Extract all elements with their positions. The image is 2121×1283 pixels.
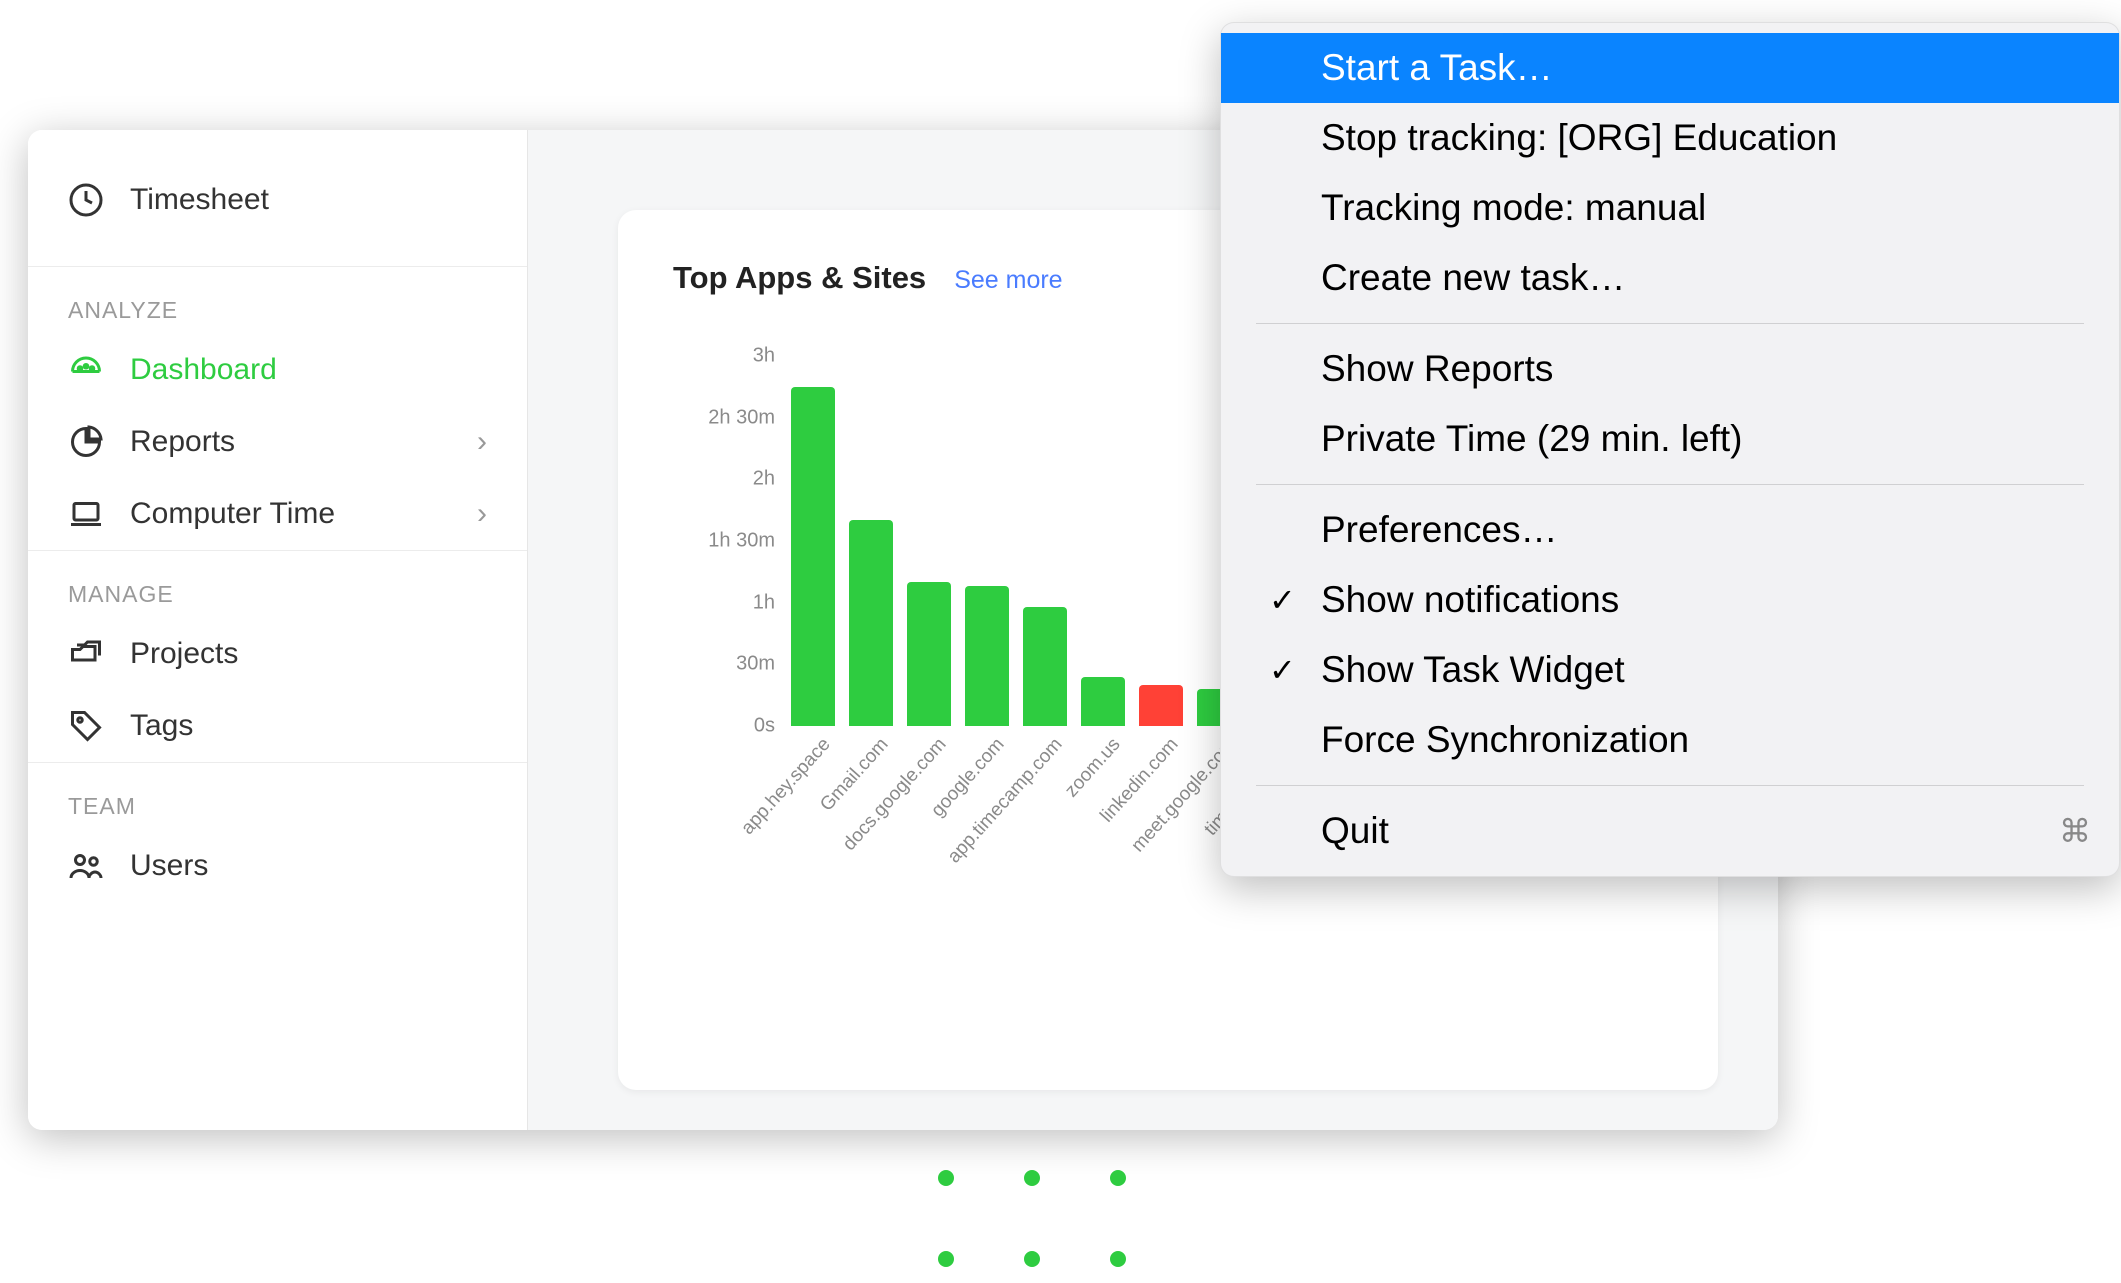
menu-shortcut: ⌘ xyxy=(2059,812,2091,850)
clock-icon xyxy=(68,182,104,218)
sidebar-item-dashboard[interactable]: Dashboard xyxy=(28,334,527,406)
chart-bar[interactable] xyxy=(965,586,1009,726)
check-icon: ✓ xyxy=(1269,651,1296,689)
menu-item[interactable]: Quit ⌘ xyxy=(1221,796,2119,866)
tag-icon xyxy=(68,708,104,744)
folders-icon xyxy=(68,636,104,672)
menu-item[interactable]: Tracking mode: manual xyxy=(1221,173,2119,243)
sidebar-item-users[interactable]: Users xyxy=(28,830,527,902)
card-title: Top Apps & Sites xyxy=(673,260,926,296)
dot xyxy=(938,1170,954,1186)
dot xyxy=(1024,1251,1040,1267)
chevron-right-icon: › xyxy=(477,497,487,531)
dot xyxy=(1024,1170,1040,1186)
menu-item-label: Preferences… xyxy=(1321,509,1558,551)
menu-item-label: Start a Task… xyxy=(1321,47,1553,89)
menu-item-label: Private Time (29 min. left) xyxy=(1321,418,1743,460)
dot xyxy=(1110,1251,1126,1267)
y-tick: 0s xyxy=(754,715,775,738)
menu-item-label: Show Task Widget xyxy=(1321,649,1625,691)
chart-bar[interactable] xyxy=(1139,685,1183,726)
sidebar-item-label: Tags xyxy=(130,709,193,743)
menu-item-label: Force Synchronization xyxy=(1321,719,1689,761)
y-tick: 3h xyxy=(753,345,775,368)
menu-item[interactable]: Start a Task… xyxy=(1221,33,2119,103)
chevron-right-icon: › xyxy=(477,425,487,459)
menu-item[interactable]: Force Synchronization xyxy=(1221,705,2119,775)
dashboard-icon xyxy=(68,352,104,388)
sidebar: Timesheet ANALYZE Dashboard Reports › Co… xyxy=(28,130,528,1130)
chart-bar[interactable] xyxy=(791,387,835,726)
see-more-link[interactable]: See more xyxy=(954,266,1062,295)
chart-bar[interactable] xyxy=(1081,677,1125,726)
x-label: docs.google.com xyxy=(839,734,951,855)
menu-item[interactable]: ✓ Show Task Widget xyxy=(1221,635,2119,705)
menu-item-label: Tracking mode: manual xyxy=(1321,187,1706,229)
decorative-dots xyxy=(938,1170,1126,1267)
menu-separator xyxy=(1256,323,2084,324)
users-icon xyxy=(68,848,104,884)
menu-item-label: Create new task… xyxy=(1321,257,1625,299)
sidebar-item-projects[interactable]: Projects xyxy=(28,618,527,690)
chart-y-axis: 3h2h 30m2h1h 30m1h30m0s xyxy=(703,356,783,726)
sidebar-item-computer-time[interactable]: Computer Time › xyxy=(28,478,527,550)
section-label: MANAGE xyxy=(28,551,527,618)
menu-item-label: Stop tracking: [ORG] Education xyxy=(1321,117,1837,159)
menu-item[interactable]: Show Reports xyxy=(1221,334,2119,404)
sidebar-item-label: Computer Time xyxy=(130,497,335,531)
menu-separator xyxy=(1256,484,2084,485)
menu-item[interactable]: Stop tracking: [ORG] Education xyxy=(1221,103,2119,173)
y-tick: 1h xyxy=(753,591,775,614)
menu-item-label: Show notifications xyxy=(1321,579,1619,621)
menu-item-label: Quit xyxy=(1321,810,1389,852)
tray-context-menu: Start a Task… Stop tracking: [ORG] Educat… xyxy=(1220,22,2120,877)
sidebar-item-reports[interactable]: Reports › xyxy=(28,406,527,478)
laptop-icon xyxy=(68,496,104,532)
sidebar-item-tags[interactable]: Tags xyxy=(28,690,527,762)
sidebar-item-label: Users xyxy=(130,849,208,883)
menu-item[interactable]: Preferences… xyxy=(1221,495,2119,565)
sidebar-item-label: Reports xyxy=(130,425,235,459)
pie-chart-icon xyxy=(68,424,104,460)
y-tick: 2h 30m xyxy=(708,406,775,429)
sidebar-top: Timesheet xyxy=(28,140,527,267)
sidebar-item-label: Projects xyxy=(130,637,238,671)
sidebar-item-label: Dashboard xyxy=(130,353,277,387)
menu-item[interactable]: ✓ Show notifications xyxy=(1221,565,2119,635)
chart-bar[interactable] xyxy=(1023,607,1067,726)
section-label: ANALYZE xyxy=(28,267,527,334)
dot xyxy=(1110,1170,1126,1186)
chart-bar[interactable] xyxy=(907,582,951,726)
menu-separator xyxy=(1256,785,2084,786)
x-label: app.hey.space xyxy=(737,734,835,840)
y-tick: 30m xyxy=(736,653,775,676)
check-icon: ✓ xyxy=(1269,581,1296,619)
menu-item[interactable]: Create new task… xyxy=(1221,243,2119,313)
dot xyxy=(938,1251,954,1267)
menu-item[interactable]: Private Time (29 min. left) xyxy=(1221,404,2119,474)
menu-item-label: Show Reports xyxy=(1321,348,1553,390)
section-label: TEAM xyxy=(28,763,527,830)
sidebar-item-label: Timesheet xyxy=(130,183,269,217)
y-tick: 2h xyxy=(753,468,775,491)
y-tick: 1h 30m xyxy=(708,530,775,553)
chart-bar[interactable] xyxy=(849,520,893,726)
sidebar-item-timesheet[interactable]: Timesheet xyxy=(68,164,487,236)
